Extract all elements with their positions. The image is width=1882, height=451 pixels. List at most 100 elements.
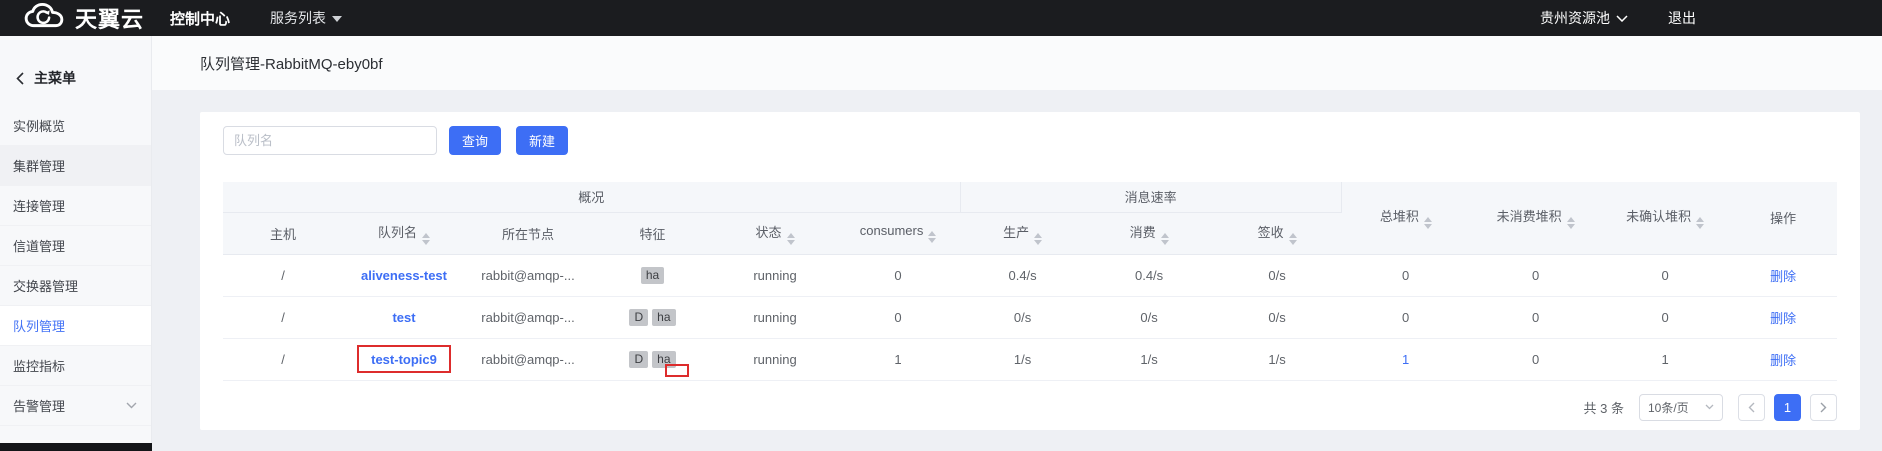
cell-produce-rate: 1/s <box>960 338 1085 380</box>
col-header-ack-rate[interactable]: 签收 <box>1213 212 1341 254</box>
sidebar-item-label: 队列管理 <box>13 316 65 335</box>
pagination: 共 3 条 10条/页 1 <box>223 394 1837 421</box>
sidebar-item-label: 监控指标 <box>13 356 65 375</box>
col-header-actions: 操作 <box>1729 182 1837 254</box>
topbar: 天翼云 控制中心 服务列表 贵州资源池 退出 <box>0 0 1882 36</box>
sort-icon[interactable] <box>1034 233 1042 245</box>
sidebar-item-monitoring-metrics[interactable]: 监控指标 <box>0 346 151 386</box>
column-label: 签收 <box>1258 225 1284 240</box>
sort-icon[interactable] <box>1424 217 1432 229</box>
cell-consumers: 0 <box>836 254 960 296</box>
cell-ack-rate: 1/s <box>1213 338 1341 380</box>
cell-queue-name: aliveness-test <box>343 254 465 296</box>
queue-link[interactable]: test-topic9 <box>371 352 437 367</box>
prev-page-button[interactable] <box>1738 394 1765 421</box>
sidebar-item-queue-management[interactable]: 队列管理 <box>0 306 151 346</box>
column-label: 特征 <box>639 227 665 242</box>
sidebar: 主菜单 实例概览 集群管理 连接管理 信道管理 交换器管理 队列管理 监控指标 … <box>0 36 152 443</box>
cell-consumers: 0 <box>836 296 960 338</box>
chevron-down-icon <box>1705 404 1714 410</box>
cell-actions: 删除 <box>1729 338 1837 380</box>
sidebar-item-instance-overview[interactable]: 实例概览 <box>0 106 151 146</box>
group-header-overview: 概况 <box>223 182 960 212</box>
col-header-features: 特征 <box>591 212 714 254</box>
col-header-queue-name[interactable]: 队列名 <box>343 212 465 254</box>
page-header: 队列管理-RabbitMQ-eby0bf <box>152 36 1882 90</box>
sidebar-item-label: 交换器管理 <box>13 276 78 295</box>
chevron-right-icon <box>1820 402 1827 413</box>
sidebar-item-exchange-management[interactable]: 交换器管理 <box>0 266 151 306</box>
sort-icon[interactable] <box>1696 217 1704 229</box>
cell-unacked-backlog: 0 <box>1601 254 1729 296</box>
cell-queue-name: test-topic9 <box>343 338 465 380</box>
cell-status: running <box>714 338 836 380</box>
sort-icon[interactable] <box>1567 217 1575 229</box>
chevron-down-icon <box>1616 15 1628 22</box>
cell-features: Dha <box>591 338 714 380</box>
cell-total-backlog: 1 <box>1341 338 1470 380</box>
sidebar-item-alarm-management[interactable]: 告警管理 <box>0 386 151 426</box>
sidebar-footer-strip <box>0 443 152 451</box>
chevron-down-icon <box>126 402 137 409</box>
queue-link[interactable]: aliveness-test <box>361 268 447 283</box>
service-list-label: 服务列表 <box>270 8 326 28</box>
col-header-unconsumed-backlog[interactable]: 未消费堆积 <box>1470 182 1601 254</box>
delete-link[interactable]: 删除 <box>1770 353 1796 368</box>
col-header-consume-rate[interactable]: 消费 <box>1085 212 1213 254</box>
cell-node: rabbit@amqp-... <box>465 296 591 338</box>
group-header-message-rate: 消息速率 <box>960 182 1341 212</box>
col-header-consumers[interactable]: consumers <box>836 212 960 254</box>
sidebar-item-channel-management[interactable]: 信道管理 <box>0 226 151 266</box>
feature-tag: D <box>629 351 648 368</box>
column-label: 未确认堆积 <box>1626 209 1691 224</box>
console-center-link[interactable]: 控制中心 <box>170 8 230 29</box>
sort-icon[interactable] <box>787 233 795 245</box>
cell-node: rabbit@amqp-... <box>465 254 591 296</box>
brand-logo[interactable]: 天翼云 <box>22 2 144 34</box>
page-size-select[interactable]: 10条/页 <box>1639 394 1723 421</box>
cell-consume-rate: 0/s <box>1085 296 1213 338</box>
col-header-node: 所在节点 <box>465 212 591 254</box>
create-button[interactable]: 新建 <box>516 126 568 155</box>
sidebar-back-main-menu[interactable]: 主菜单 <box>0 36 151 106</box>
content-card: 查询 新建 概况 消息速率 总堆积 未消费堆积 未确认堆积 操作 <box>200 112 1860 430</box>
column-label: 未消费堆积 <box>1497 209 1562 224</box>
table-row: / aliveness-test rabbit@amqp-... ha runn… <box>223 254 1837 296</box>
cell-unconsumed-backlog: 0 <box>1470 296 1601 338</box>
cell-features: ha <box>591 254 714 296</box>
cell-queue-name: test <box>343 296 465 338</box>
col-header-status[interactable]: 状态 <box>714 212 836 254</box>
page-title: 队列管理-RabbitMQ-eby0bf <box>200 53 383 74</box>
sort-icon[interactable] <box>1161 233 1169 245</box>
delete-link[interactable]: 删除 <box>1770 311 1796 326</box>
region-selector[interactable]: 贵州资源池 <box>1540 8 1628 28</box>
chevron-left-icon <box>16 72 24 85</box>
column-label: 总堆积 <box>1380 209 1419 224</box>
column-label: consumers <box>860 223 924 238</box>
next-page-button[interactable] <box>1810 394 1837 421</box>
page-size-value: 10条/页 <box>1648 399 1689 416</box>
col-header-produce-rate[interactable]: 生产 <box>960 212 1085 254</box>
sort-icon[interactable] <box>422 233 430 245</box>
sidebar-back-label: 主菜单 <box>34 68 76 88</box>
cell-status: running <box>714 254 836 296</box>
page-1-button[interactable]: 1 <box>1774 394 1801 421</box>
service-list-menu[interactable]: 服务列表 <box>270 8 342 28</box>
logout-button[interactable]: 退出 <box>1668 8 1696 28</box>
sidebar-item-label: 实例概览 <box>13 116 65 135</box>
col-header-unacked-backlog[interactable]: 未确认堆积 <box>1601 182 1729 254</box>
sort-icon[interactable] <box>928 231 936 243</box>
cell-host: / <box>223 296 343 338</box>
col-header-total-backlog[interactable]: 总堆积 <box>1341 182 1470 254</box>
sidebar-item-connection-management[interactable]: 连接管理 <box>0 186 151 226</box>
delete-link[interactable]: 删除 <box>1770 269 1796 284</box>
query-button[interactable]: 查询 <box>449 126 501 155</box>
sidebar-item-cluster-management[interactable]: 集群管理 <box>0 146 151 186</box>
cell-actions: 删除 <box>1729 296 1837 338</box>
table-row: / test rabbit@amqp-... Dha running 0 0/s… <box>223 296 1837 338</box>
sort-icon[interactable] <box>1289 233 1297 245</box>
queue-link[interactable]: test <box>392 310 415 325</box>
column-label: 操作 <box>1770 211 1796 226</box>
cell-unconsumed-backlog: 0 <box>1470 338 1601 380</box>
queue-name-search-input[interactable] <box>223 126 437 155</box>
